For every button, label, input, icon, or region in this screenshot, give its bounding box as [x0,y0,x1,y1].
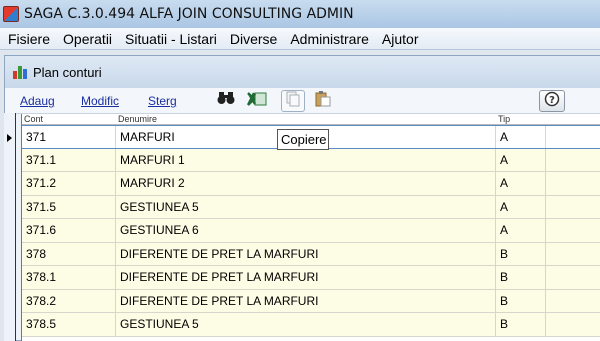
table-row[interactable]: 371.6 GESTIUNEA 6A [22,219,600,243]
cell-cont[interactable]: 378.5 [22,313,116,336]
menu-situatii-listari[interactable]: Situatii - Listari [120,31,222,47]
table-row[interactable]: 378.5 GESTIUNEA 5B [22,313,600,337]
cell-tip[interactable]: A [496,148,546,171]
cell-denumire[interactable]: GESTIUNEA 5 [116,313,496,336]
help-icon[interactable]: ? [539,90,565,112]
table-row[interactable]: 371.2 MARFURI 2A [22,172,600,196]
toolbar: Adaug Modific Sterg ? [5,88,600,114]
column-header-denumire[interactable]: Denumire [116,114,157,125]
table-row[interactable]: 371.5 GESTIUNEA 5A [22,195,600,219]
cell-denumire[interactable]: GESTIUNEA 6 [116,219,496,242]
row-indicator-gutter [4,113,16,341]
copy-tooltip: Copiere [277,129,329,150]
grid-rows: 371 MARFURI A 371.1 MARFURI 1 A 371.2 MARFURI 2… [22,125,600,337]
edit-button[interactable]: Modific [81,94,119,108]
cell-tip[interactable]: A [496,172,546,195]
menu-administrare[interactable]: Administrare [285,31,374,47]
cell-denumire[interactable]: DIFERENTE DE PRET LA MARFURI [116,242,496,265]
cell-cont[interactable]: 371.2 [22,172,116,195]
table-row[interactable]: 378.2 DIFERENTE DE PRET LA MARFURI B [22,289,600,313]
cell-cont[interactable]: 378 [22,242,116,265]
cell-denumire[interactable]: MARFURI 1 [116,148,496,171]
copy-icon[interactable] [281,90,305,112]
cell-cont[interactable]: 378.1 [22,266,116,289]
menu-diverse[interactable]: Diverse [225,31,282,47]
excel-icon[interactable] [246,91,268,111]
window-title-bar: Plan conturi [5,56,600,88]
cell-cont[interactable]: 371 [22,126,116,148]
menu-bar: Fisiere Operatii Situatii - Listari Dive… [0,28,600,50]
delete-button[interactable]: Sterg [148,94,177,108]
cell-tip[interactable]: B [496,266,546,289]
table-row[interactable]: 378.1 DIFERENTE DE PRET LA MARFURI B [22,266,600,290]
cell-cont[interactable]: 371.6 [22,219,116,242]
window-title: Plan conturi [33,64,102,80]
grid-header: Cont Denumire Tip [22,114,600,125]
cell-denumire[interactable]: GESTIUNEA 5 [116,195,496,218]
menu-ajutor[interactable]: Ajutor [377,31,424,47]
cell-tip[interactable]: A [496,126,546,148]
add-button[interactable]: Adaug [20,94,55,108]
cell-tip[interactable]: A [496,219,546,242]
current-row-pointer-icon [7,134,12,142]
saga-app-icon [3,6,19,22]
table-row[interactable]: 378 DIFERENTE DE PRET LA MARFURI B [22,242,600,266]
plan-conturi-window: Plan conturi Adaug Modific Sterg ? Cont … [4,55,600,341]
svg-text:?: ? [549,95,555,106]
menu-operatii[interactable]: Operatii [58,31,117,47]
menu-fisiere[interactable]: Fisiere [3,31,55,47]
cell-tip[interactable]: B [496,242,546,265]
cell-cont[interactable]: 371.1 [22,148,116,171]
cell-tip[interactable]: B [496,313,546,336]
column-header-tip[interactable]: Tip [496,114,510,125]
cell-tip[interactable]: A [496,195,546,218]
binoculars-icon[interactable] [215,91,237,111]
table-row[interactable]: 371.1 MARFURI 1A [22,148,600,172]
cell-denumire[interactable]: MARFURI 2 [116,172,496,195]
bar-chart-icon [13,65,27,79]
cell-tip[interactable]: B [496,289,546,312]
cell-denumire[interactable]: DIFERENTE DE PRET LA MARFURI [116,266,496,289]
cell-cont[interactable]: 378.2 [22,289,116,312]
cell-denumire[interactable]: DIFERENTE DE PRET LA MARFURI [116,289,496,312]
app-title: SAGA C.3.0.494 ALFA JOIN CONSULTING ADMI… [24,6,354,22]
column-header-cont[interactable]: Cont [22,114,43,125]
cell-cont[interactable]: 371.5 [22,195,116,218]
paste-icon[interactable] [312,91,334,111]
app-title-bar: SAGA C.3.0.494 ALFA JOIN CONSULTING ADMI… [0,0,600,28]
